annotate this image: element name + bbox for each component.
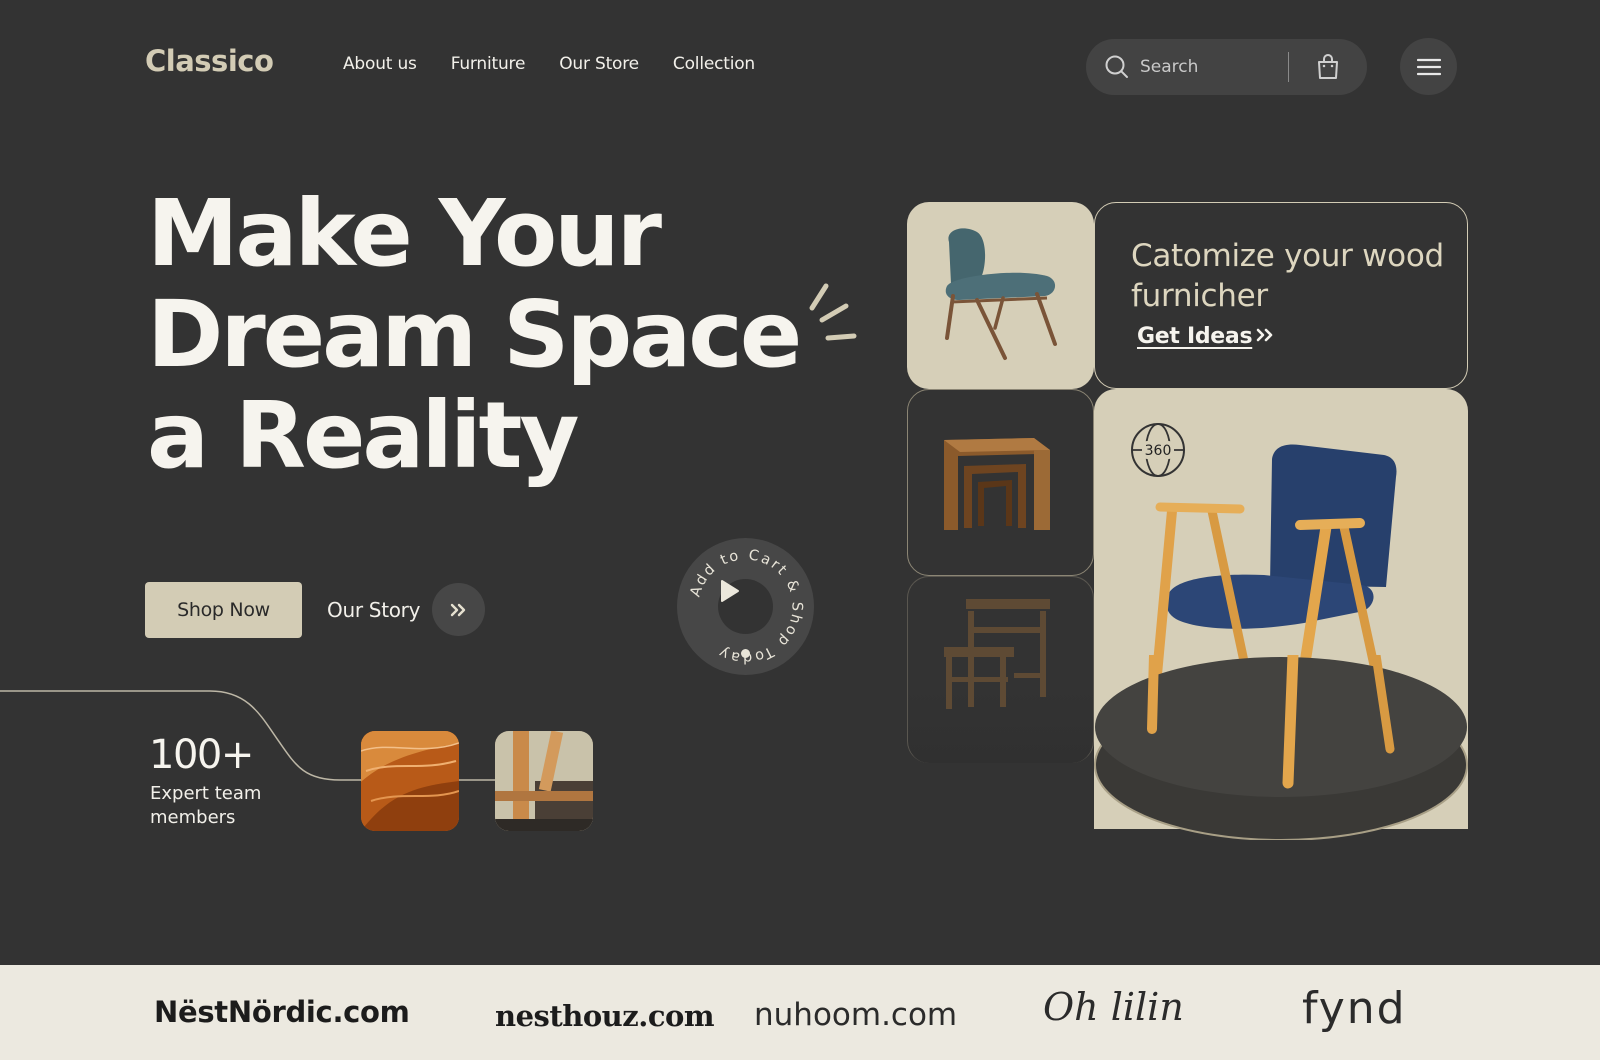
nav-collection[interactable]: Collection bbox=[673, 54, 755, 74]
cart-button[interactable] bbox=[1315, 53, 1341, 81]
featured-armchair-legs-front bbox=[1147, 655, 1395, 789]
hero-title-line-2: Dream Space bbox=[147, 281, 802, 388]
brand-nesthouz[interactable]: nesthouz.com bbox=[495, 999, 715, 1033]
globe-360-icon: 360 bbox=[1131, 423, 1185, 477]
nav-about-us[interactable]: About us bbox=[343, 54, 417, 74]
product-card-step-stool[interactable] bbox=[907, 576, 1094, 763]
team-count: 100+ bbox=[149, 732, 254, 778]
shop-now-button[interactable]: Shop Now bbox=[145, 582, 302, 638]
hero-title-line-3: a Reality bbox=[147, 382, 579, 489]
get-ideas-label: Get Ideas bbox=[1137, 324, 1253, 349]
our-story-arrow-button[interactable] bbox=[432, 583, 485, 636]
search-divider bbox=[1288, 52, 1289, 82]
shopping-bag-icon bbox=[1318, 54, 1338, 79]
nav-furniture[interactable]: Furniture bbox=[451, 54, 526, 74]
customize-heading: Catomize your wood furnicher bbox=[1131, 238, 1444, 314]
customize-card: Catomize your wood furnicher Get Ideas bbox=[1094, 202, 1468, 389]
search-bar bbox=[1086, 39, 1367, 95]
svg-text:360: 360 bbox=[1145, 443, 1172, 459]
brand-logo[interactable]: Classico bbox=[145, 44, 274, 78]
brand-nestnordic[interactable]: NëstNördic.com bbox=[154, 995, 410, 1029]
step-stool-image bbox=[944, 599, 1050, 709]
search-icon[interactable] bbox=[1104, 54, 1130, 80]
menu-button[interactable] bbox=[1400, 38, 1457, 95]
sparkle-accent-icon bbox=[809, 283, 857, 341]
thumbnail-chair-detail[interactable] bbox=[495, 731, 593, 831]
chair-detail-image bbox=[495, 731, 593, 831]
nav-our-store[interactable]: Our Store bbox=[559, 54, 639, 74]
thumbnail-wood-detail[interactable] bbox=[361, 731, 459, 831]
brand-nuhoom[interactable]: nuhoom.com bbox=[754, 997, 957, 1033]
get-ideas-link[interactable]: Get Ideas bbox=[1137, 324, 1276, 349]
team-count-label: Expert team members bbox=[150, 783, 262, 828]
lounge-chair-image bbox=[945, 228, 1057, 360]
main-nav: About us Furniture Our Store Collection bbox=[343, 54, 755, 74]
hamburger-menu-icon bbox=[1416, 58, 1441, 75]
double-chevron-right-icon bbox=[450, 603, 465, 616]
play-button[interactable] bbox=[718, 579, 773, 634]
brand-fynd[interactable]: fynd bbox=[1302, 983, 1407, 1034]
product-card-lounge-chair[interactable] bbox=[907, 202, 1094, 389]
view-360-button[interactable]: 360 bbox=[1130, 422, 1186, 478]
hero-title: Make Your Dream Space a Reality bbox=[147, 180, 802, 489]
partner-brands-strip: NëstNördic.com nesthouz.com nuhoom.com O… bbox=[0, 965, 1600, 1060]
add-to-cart-video-badge[interactable]: Add to Cart & Shop Today bbox=[677, 538, 814, 675]
nesting-tables-image bbox=[944, 438, 1050, 530]
wood-texture-image bbox=[361, 731, 459, 831]
search-input[interactable] bbox=[1140, 57, 1280, 77]
double-chevron-right-icon bbox=[1256, 328, 1273, 342]
brand-oh-lilin[interactable]: Oh lilin bbox=[1043, 985, 1184, 1029]
our-story-link[interactable]: Our Story bbox=[327, 598, 420, 622]
play-icon bbox=[721, 580, 739, 602]
product-card-nesting-tables[interactable] bbox=[907, 389, 1094, 576]
hero-title-line-1: Make Your bbox=[147, 180, 662, 287]
